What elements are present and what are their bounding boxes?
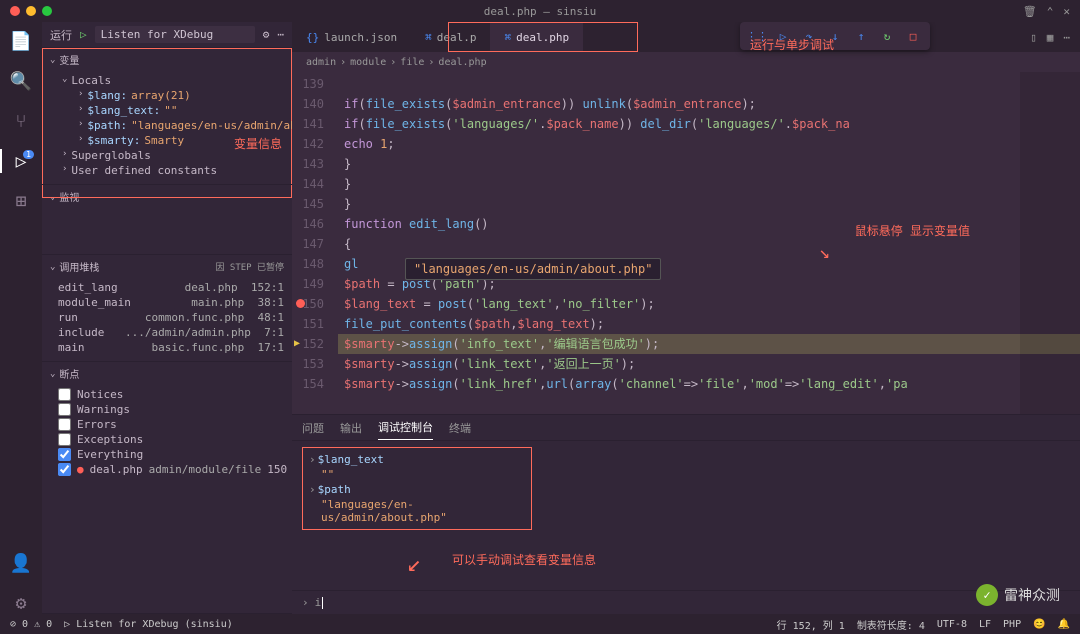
status-item[interactable]: 行 152, 列 1 bbox=[777, 617, 845, 632]
step-out-icon[interactable]: ↑ bbox=[852, 27, 870, 45]
window-title: deal.php — sinsiu bbox=[484, 5, 597, 18]
account-icon[interactable]: 👤 bbox=[10, 552, 32, 574]
user-constants-row[interactable]: ›User defined constants bbox=[42, 163, 292, 178]
breakpoint-checkbox[interactable] bbox=[58, 403, 71, 416]
breakpoint-row[interactable]: Notices bbox=[42, 387, 292, 402]
editor-tabs: {}launch.json⌘deal.p⌘deal.php⌘function.p… bbox=[292, 22, 1080, 52]
callstack-header[interactable]: ⌄调用堆栈因 STEP 已暂停 bbox=[42, 255, 292, 278]
step-into-icon[interactable]: ↓ bbox=[826, 27, 844, 45]
debug-config-select[interactable]: Listen for XDebug bbox=[95, 26, 255, 43]
callstack-row[interactable]: mainbasic.func.php 17:1 bbox=[42, 340, 292, 355]
variable-row[interactable]: ›$lang_text: "" bbox=[42, 103, 292, 118]
status-item[interactable]: LF bbox=[979, 619, 991, 630]
variable-row[interactable]: ›$lang: array(21) bbox=[42, 88, 292, 103]
status-item[interactable]: 🔔 bbox=[1058, 619, 1070, 630]
breakpoint-checkbox[interactable] bbox=[58, 463, 71, 476]
annotation-manual: 可以手动调试查看变量信息 bbox=[452, 551, 596, 568]
breakpoints-section: ⌄断点 NoticesWarningsErrorsExceptionsEvery… bbox=[42, 362, 292, 614]
extensions-icon[interactable]: ⊞ bbox=[10, 190, 32, 212]
debug-floating-toolbar[interactable]: ⋮⋮ ▷ ↷ ↓ ↑ ↻ □ bbox=[740, 22, 930, 50]
breakpoint-checkbox[interactable] bbox=[58, 388, 71, 401]
editor-tab[interactable]: ⌘deal.php bbox=[490, 22, 583, 52]
grip-icon[interactable]: ⋮⋮ bbox=[748, 27, 766, 45]
breakpoint-checkbox[interactable] bbox=[58, 433, 71, 446]
minimap[interactable] bbox=[1020, 72, 1080, 414]
explorer-icon[interactable]: 📄 bbox=[10, 30, 32, 52]
wechat-icon: ✓ bbox=[976, 584, 998, 606]
annotation-variables: 变量信息 bbox=[234, 135, 282, 152]
bottom-panel: 问题输出调试控制台终端 🗑 ⌃ ✕ ›$lang_text""›$path"la… bbox=[292, 414, 1080, 614]
start-debug-icon[interactable]: ▷ bbox=[80, 28, 87, 41]
line-gutter[interactable]: 1391401411421431441451461471481491501511… bbox=[292, 72, 338, 414]
run-label: 运行 bbox=[50, 27, 72, 43]
breakpoint-checkbox[interactable] bbox=[58, 448, 71, 461]
status-item[interactable]: PHP bbox=[1003, 619, 1021, 630]
debug-output-box: ›$lang_text""›$path"languages/en-us/admi… bbox=[302, 447, 532, 530]
debug-icon[interactable]: ▷1 bbox=[10, 150, 32, 172]
step-over-icon[interactable]: ↷ bbox=[800, 27, 818, 45]
callstack-row[interactable]: edit_langdeal.php 152:1 bbox=[42, 280, 292, 295]
variables-header[interactable]: ⌄变量 bbox=[42, 48, 292, 71]
variable-row[interactable]: ›$path: "languages/en-us/admin/about.php… bbox=[42, 118, 292, 133]
status-item[interactable]: 制表符长度: 4 bbox=[857, 617, 925, 632]
source-control-icon[interactable]: ⑂ bbox=[10, 110, 32, 132]
code-content[interactable]: if(file_exists($admin_entrance)) unlink(… bbox=[338, 72, 1080, 414]
settings-icon[interactable]: ⚙ bbox=[10, 592, 32, 614]
layout-icon[interactable]: ▦ bbox=[1047, 31, 1054, 44]
callstack-row[interactable]: module_mainmain.php 38:1 bbox=[42, 295, 292, 310]
maximize-icon[interactable] bbox=[42, 6, 52, 16]
status-bar: ⊘ 0 ⚠ 0 ▷ Listen for XDebug (sinsiu) 行 15… bbox=[0, 614, 1080, 634]
code-area[interactable]: 1391401411421431441451461471481491501511… bbox=[292, 72, 1080, 414]
titlebar: deal.php — sinsiu bbox=[0, 0, 1080, 22]
debug-console-body[interactable]: ›$lang_text""›$path"languages/en-us/admi… bbox=[292, 441, 1080, 614]
status-item[interactable]: UTF-8 bbox=[937, 619, 967, 630]
breakpoint-row[interactable]: Errors bbox=[42, 417, 292, 432]
panel-tab[interactable]: 终端 bbox=[449, 416, 471, 440]
editor-tab[interactable]: {}launch.json bbox=[292, 22, 411, 52]
breakpoint-checkbox[interactable] bbox=[58, 418, 71, 431]
split-editor-icon[interactable]: ▯ bbox=[1030, 31, 1037, 44]
panel-tab[interactable]: 问题 bbox=[302, 416, 324, 440]
continue-icon[interactable]: ▷ bbox=[774, 27, 792, 45]
traffic-lights bbox=[10, 6, 52, 16]
status-item[interactable]: ⊘ 0 ⚠ 0 bbox=[10, 619, 52, 630]
callstack-section: ⌄调用堆栈因 STEP 已暂停 edit_langdeal.php 152:1m… bbox=[42, 255, 292, 362]
locals-header[interactable]: ⌄Locals bbox=[42, 73, 292, 88]
panel-tabs: 问题输出调试控制台终端 🗑 ⌃ ✕ bbox=[292, 415, 1080, 441]
breakpoint-row[interactable]: Warnings bbox=[42, 402, 292, 417]
breadcrumb[interactable]: admin › module › file › deal.php bbox=[292, 52, 1080, 72]
close-icon[interactable] bbox=[10, 6, 20, 16]
gear-icon[interactable]: ⚙ bbox=[263, 28, 270, 41]
debug-run-toolbar: 运行 ▷ Listen for XDebug ⚙ ⋯ bbox=[42, 22, 292, 48]
callstack-row[interactable]: include.../admin/admin.php 7:1 bbox=[42, 325, 292, 340]
editor-area: {}launch.json⌘deal.p⌘deal.php⌘function.p… bbox=[292, 22, 1080, 614]
panel-tab[interactable]: 输出 bbox=[340, 416, 362, 440]
status-item[interactable]: ▷ Listen for XDebug (sinsiu) bbox=[64, 619, 233, 630]
restart-icon[interactable]: ↻ bbox=[878, 27, 896, 45]
editor-tab[interactable]: ⌘deal.p bbox=[411, 22, 490, 52]
panel-tab[interactable]: 调试控制台 bbox=[378, 415, 433, 440]
more-icon[interactable]: ⋯ bbox=[277, 28, 284, 41]
breakpoints-header[interactable]: ⌄断点 bbox=[42, 362, 292, 385]
editor-more-icon[interactable]: ⋯ bbox=[1063, 31, 1070, 44]
watch-section: ⌄监视 bbox=[42, 185, 292, 255]
breakpoint-file-row[interactable]: ●deal.phpadmin/module/file150 bbox=[42, 462, 292, 477]
minimize-icon[interactable] bbox=[26, 6, 36, 16]
callstack-row[interactable]: runcommon.func.php 48:1 bbox=[42, 310, 292, 325]
breakpoint-row[interactable]: Everything bbox=[42, 447, 292, 462]
watch-header[interactable]: ⌄监视 bbox=[42, 185, 292, 208]
wechat-watermark: ✓ 雷神众测 bbox=[976, 584, 1060, 606]
status-item[interactable]: 😊 bbox=[1033, 619, 1045, 630]
activity-bar: 📄 🔍 ⑂ ▷1 ⊞ 👤 ⚙ bbox=[0, 22, 42, 614]
stop-icon[interactable]: □ bbox=[904, 27, 922, 45]
debug-repl[interactable]: ›i bbox=[292, 590, 1080, 614]
variables-section: ⌄变量 ⌄Locals ›$lang: array(21)›$lang_text… bbox=[42, 48, 292, 185]
debug-sidebar: 运行 ▷ Listen for XDebug ⚙ ⋯ ⌄变量 ⌄Locals ›… bbox=[42, 22, 292, 614]
hover-tooltip: "languages/en-us/admin/about.php" bbox=[405, 258, 661, 280]
search-icon[interactable]: 🔍 bbox=[10, 70, 32, 92]
breakpoint-row[interactable]: Exceptions bbox=[42, 432, 292, 447]
